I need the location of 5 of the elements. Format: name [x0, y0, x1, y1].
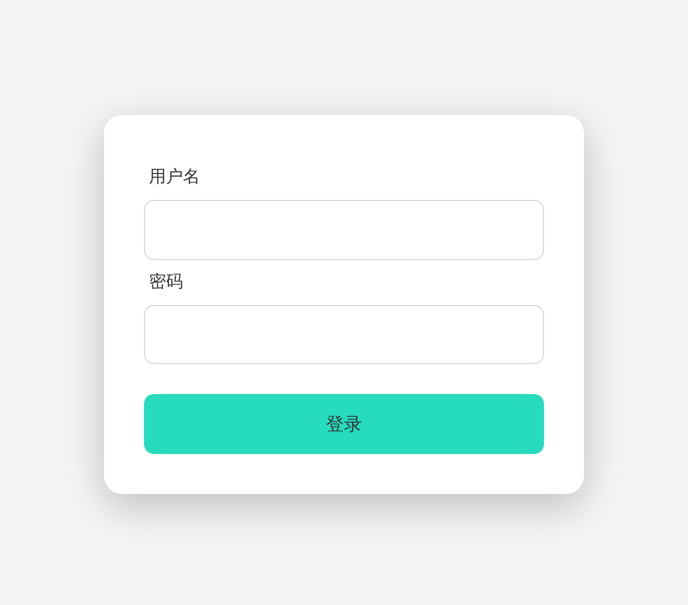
input-field[interactable]: [144, 200, 544, 260]
field-label: 密码: [149, 270, 183, 294]
login-button[interactable]: 登录: [144, 394, 544, 454]
input-field[interactable]: [144, 304, 544, 364]
field-label: 用户名: [149, 166, 200, 189]
